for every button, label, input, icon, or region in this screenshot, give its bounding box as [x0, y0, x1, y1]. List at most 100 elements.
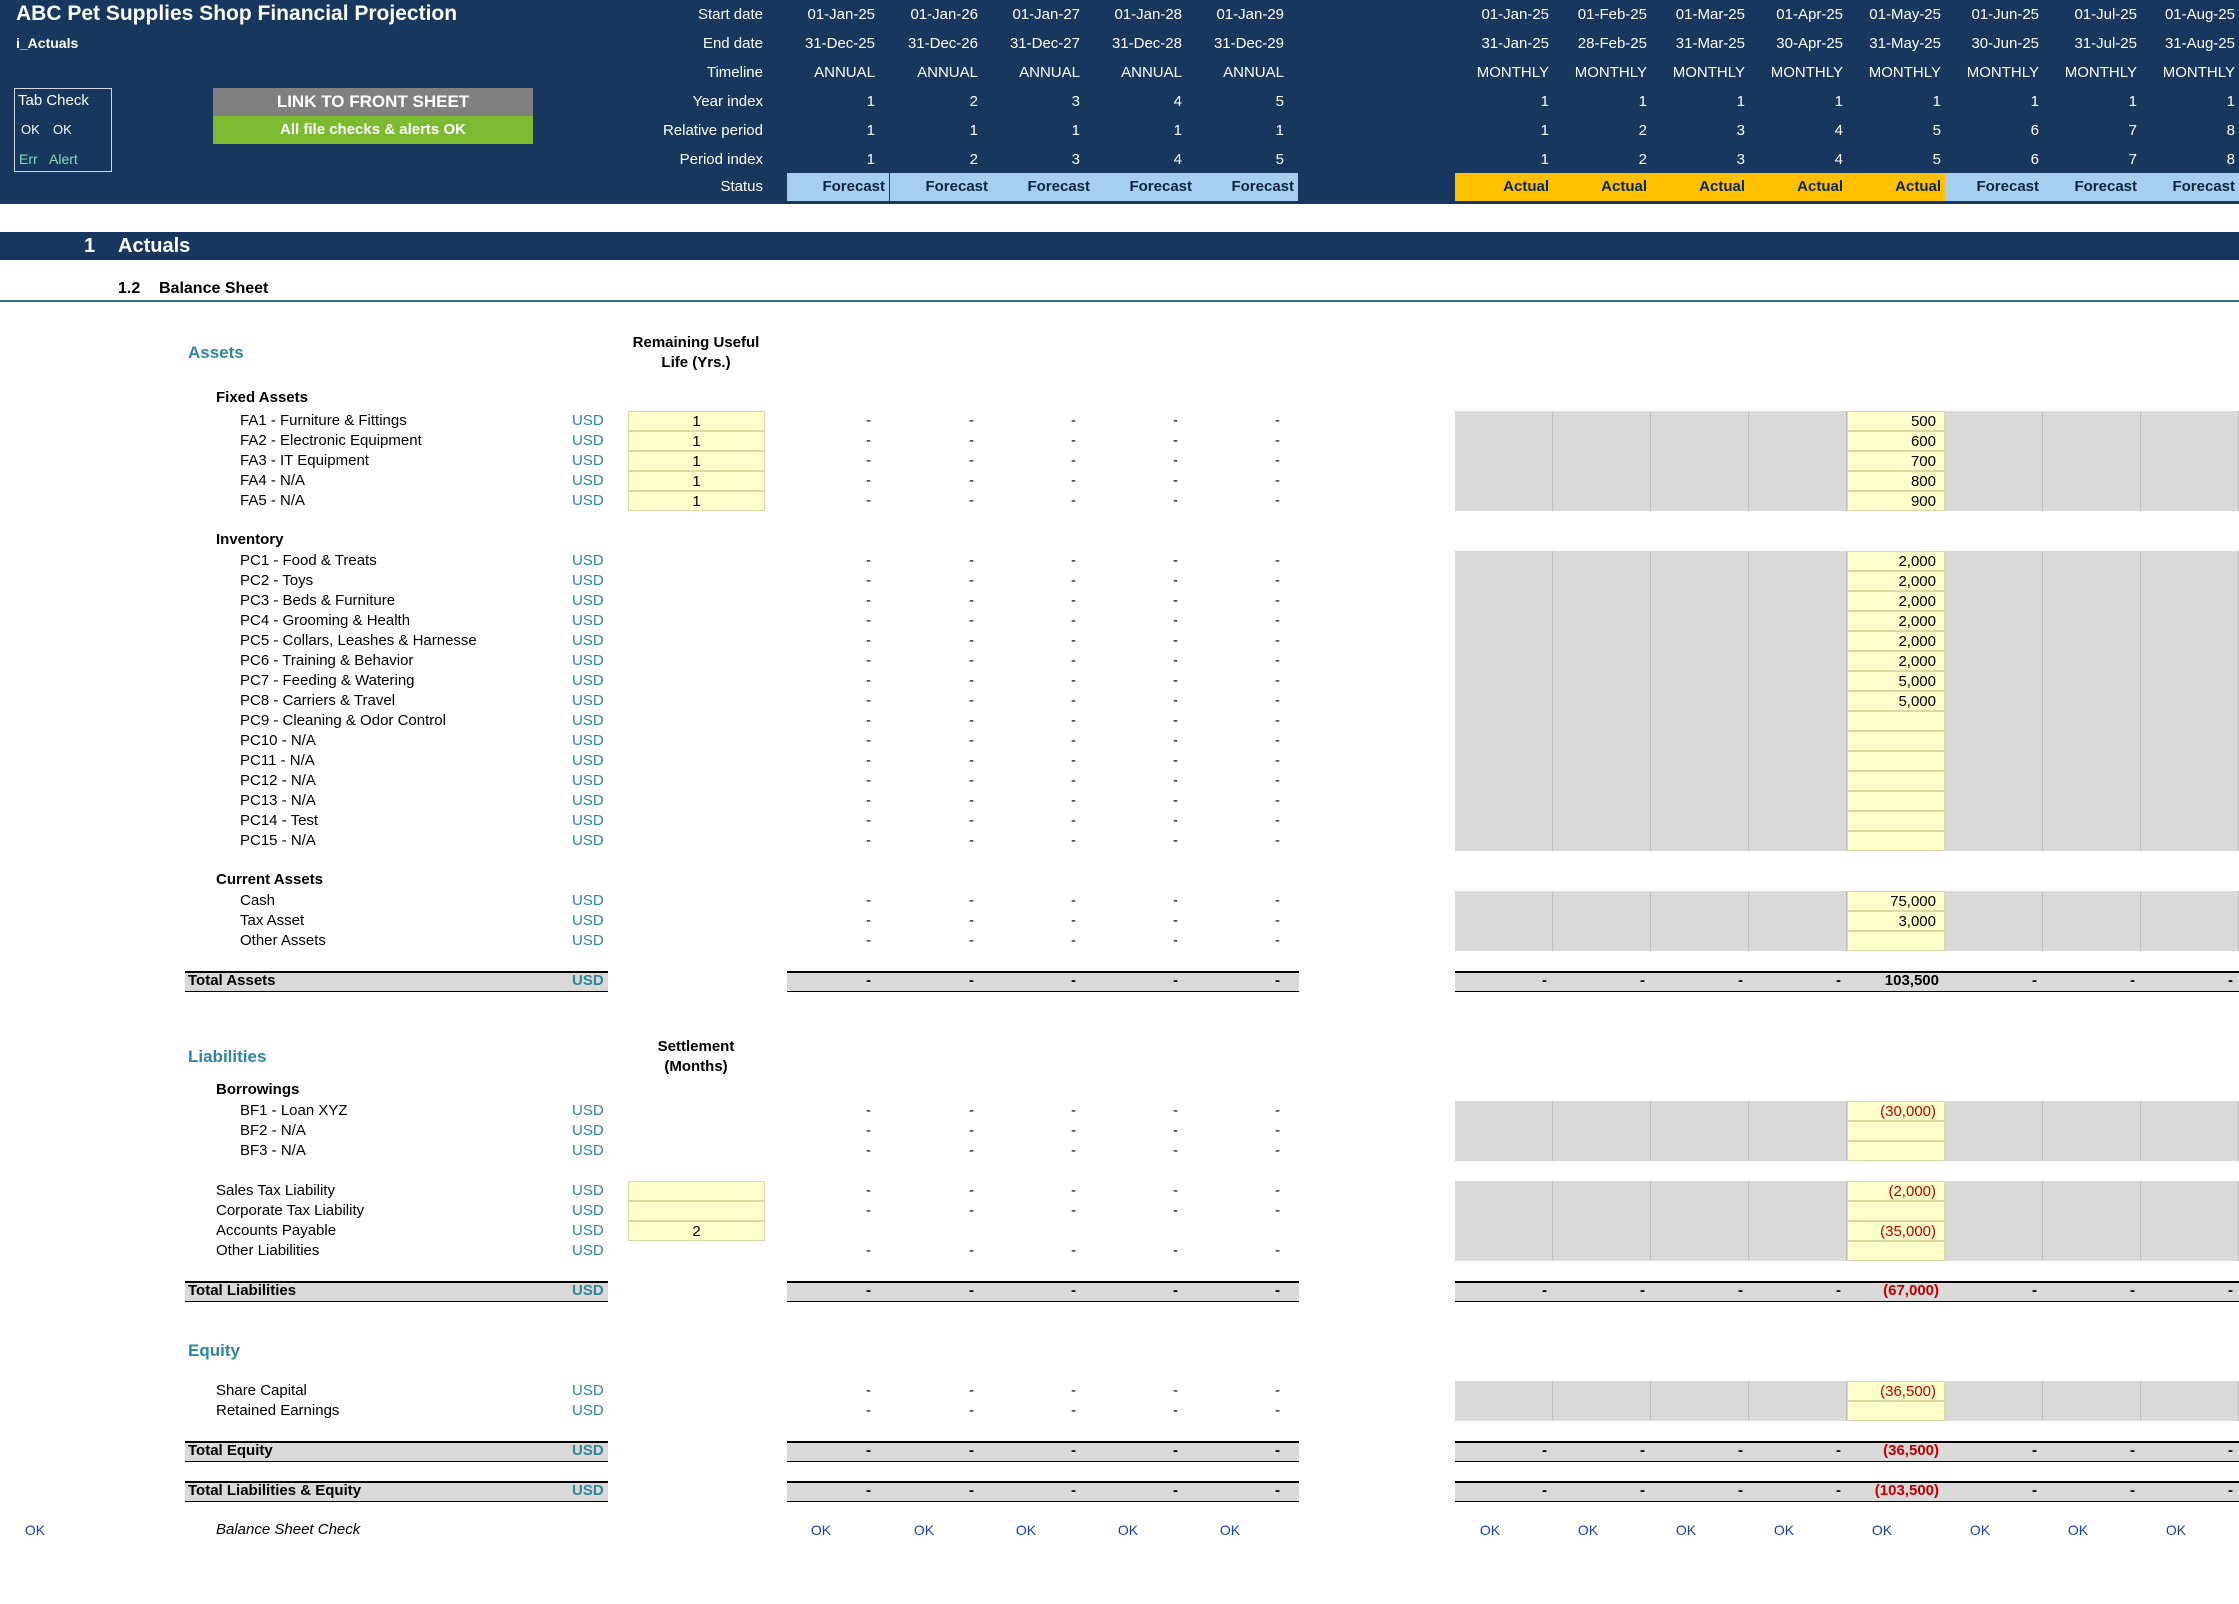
- monthly-input-cell[interactable]: [2043, 411, 2141, 511]
- annual-timeline-cell: ANNUAL: [814, 64, 875, 81]
- may-actual-input[interactable]: 75,000: [1847, 891, 1945, 911]
- may-actual-input[interactable]: [1847, 1141, 1945, 1161]
- may-actual-input[interactable]: [1847, 931, 1945, 951]
- monthly-input-cell[interactable]: [2043, 891, 2141, 951]
- monthly-input-cell[interactable]: [1749, 1101, 1847, 1161]
- monthly-input-cell[interactable]: [1945, 411, 2043, 511]
- may-actual-input[interactable]: [1847, 751, 1945, 771]
- may-actual-input[interactable]: (35,000): [1847, 1221, 1945, 1241]
- useful-life-input[interactable]: 1: [628, 491, 765, 511]
- settlement-input[interactable]: 2: [628, 1221, 765, 1241]
- monthly-input-cell[interactable]: [2141, 1181, 2239, 1261]
- may-actual-input[interactable]: 800: [1847, 471, 1945, 491]
- annual-value-cell: -: [866, 1102, 871, 1119]
- may-actual-input[interactable]: 3,000: [1847, 911, 1945, 931]
- monthly-input-cell[interactable]: [1455, 411, 1553, 511]
- monthly-input-cell[interactable]: [1553, 1181, 1651, 1261]
- monthly-input-cell[interactable]: [1553, 551, 1651, 851]
- may-actual-input[interactable]: 5,000: [1847, 691, 1945, 711]
- monthly-input-cell[interactable]: [1553, 1101, 1651, 1161]
- may-actual-input[interactable]: (36,500): [1847, 1381, 1945, 1401]
- may-actual-input[interactable]: [1847, 1401, 1945, 1421]
- unit-label: USD: [572, 472, 604, 489]
- may-actual-input[interactable]: 2,000: [1847, 571, 1945, 591]
- may-actual-input[interactable]: 2,000: [1847, 611, 1945, 631]
- life-header-line2: Life (Yrs.): [661, 354, 731, 371]
- may-actual-input[interactable]: [1847, 771, 1945, 791]
- monthly-input-cell[interactable]: [2141, 551, 2239, 851]
- total-assets-monthly-value: -: [1640, 972, 1645, 989]
- monthly-input-cell[interactable]: [1553, 411, 1651, 511]
- monthly-input-cell[interactable]: [1651, 1381, 1749, 1421]
- may-actual-input[interactable]: 5,000: [1847, 671, 1945, 691]
- monthly-input-cell[interactable]: [1945, 891, 2043, 951]
- may-actual-input[interactable]: [1847, 791, 1945, 811]
- monthly-input-cell[interactable]: [1455, 551, 1553, 851]
- monthly-input-cell[interactable]: [1945, 1181, 2043, 1261]
- monthly-input-cell[interactable]: [2141, 891, 2239, 951]
- monthly-input-cell[interactable]: [1749, 891, 1847, 951]
- may-actual-input[interactable]: [1847, 811, 1945, 831]
- monthly-input-cell[interactable]: [1455, 1101, 1553, 1161]
- monthly-check-ok: OK: [1577, 1522, 1599, 1538]
- monthly-input-cell[interactable]: [1749, 1381, 1847, 1421]
- annual-value-cell: -: [969, 1382, 974, 1399]
- may-actual-input[interactable]: 900: [1847, 491, 1945, 511]
- monthly-input-cell[interactable]: [1651, 1181, 1749, 1261]
- monthly-status-cell: Actual: [1847, 173, 1945, 201]
- annual-value-cell: -: [1071, 492, 1076, 509]
- monthly-input-cell[interactable]: [2043, 1101, 2141, 1161]
- useful-life-input[interactable]: 1: [628, 451, 765, 471]
- may-actual-input[interactable]: (30,000): [1847, 1101, 1945, 1121]
- may-actual-input[interactable]: (2,000): [1847, 1181, 1945, 1201]
- may-actual-input[interactable]: 500: [1847, 411, 1945, 431]
- monthly-input-cell[interactable]: [1651, 411, 1749, 511]
- row-label: FA3 - IT Equipment: [240, 452, 369, 469]
- monthly-input-cell[interactable]: [1749, 411, 1847, 511]
- annual-value-cell: -: [1275, 772, 1280, 789]
- may-actual-input[interactable]: 2,000: [1847, 631, 1945, 651]
- total-equity-label: Total Equity: [188, 1442, 273, 1459]
- monthly-input-cell[interactable]: [2141, 411, 2239, 511]
- monthly-input-cell[interactable]: [2043, 551, 2141, 851]
- settlement-input[interactable]: [628, 1181, 765, 1201]
- may-actual-input[interactable]: [1847, 731, 1945, 751]
- monthly-input-cell[interactable]: [1553, 891, 1651, 951]
- useful-life-input[interactable]: 1: [628, 431, 765, 451]
- monthly-input-cell[interactable]: [1945, 1381, 2043, 1421]
- useful-life-input[interactable]: 1: [628, 411, 765, 431]
- monthly-input-cell[interactable]: [2141, 1381, 2239, 1421]
- monthly-input-cell[interactable]: [2141, 1101, 2239, 1161]
- may-actual-input[interactable]: 600: [1847, 431, 1945, 451]
- monthly-input-cell[interactable]: [1651, 551, 1749, 851]
- monthly-input-cell[interactable]: [1455, 1181, 1553, 1261]
- total-assets-monthly-value: -: [1836, 972, 1841, 989]
- may-actual-input[interactable]: [1847, 1201, 1945, 1221]
- may-actual-input[interactable]: [1847, 1241, 1945, 1261]
- may-actual-input[interactable]: 2,000: [1847, 591, 1945, 611]
- unit-label: USD: [572, 932, 604, 949]
- may-actual-input[interactable]: 2,000: [1847, 651, 1945, 671]
- annual-value-cell: -: [1173, 932, 1178, 949]
- settlement-input[interactable]: [628, 1201, 765, 1221]
- monthly-input-cell[interactable]: [1749, 1181, 1847, 1261]
- monthly-input-cell[interactable]: [1651, 1101, 1749, 1161]
- link-to-front-sheet-button[interactable]: LINK TO FRONT SHEET: [213, 88, 533, 116]
- may-actual-input[interactable]: [1847, 831, 1945, 851]
- monthly-input-cell[interactable]: [1945, 1101, 2043, 1161]
- monthly-input-cell[interactable]: [1553, 1381, 1651, 1421]
- monthly-input-cell[interactable]: [1651, 891, 1749, 951]
- total-liabilities-monthly-value: -: [1640, 1282, 1645, 1299]
- monthly-input-cell[interactable]: [1455, 891, 1553, 951]
- annual-value-cell: -: [1275, 752, 1280, 769]
- may-actual-input[interactable]: [1847, 711, 1945, 731]
- monthly-input-cell[interactable]: [1749, 551, 1847, 851]
- monthly-input-cell[interactable]: [1945, 551, 2043, 851]
- useful-life-input[interactable]: 1: [628, 471, 765, 491]
- may-actual-input[interactable]: [1847, 1121, 1945, 1141]
- may-actual-input[interactable]: 2,000: [1847, 551, 1945, 571]
- monthly-input-cell[interactable]: [1455, 1381, 1553, 1421]
- may-actual-input[interactable]: 700: [1847, 451, 1945, 471]
- monthly-input-cell[interactable]: [2043, 1181, 2141, 1261]
- monthly-input-cell[interactable]: [2043, 1381, 2141, 1421]
